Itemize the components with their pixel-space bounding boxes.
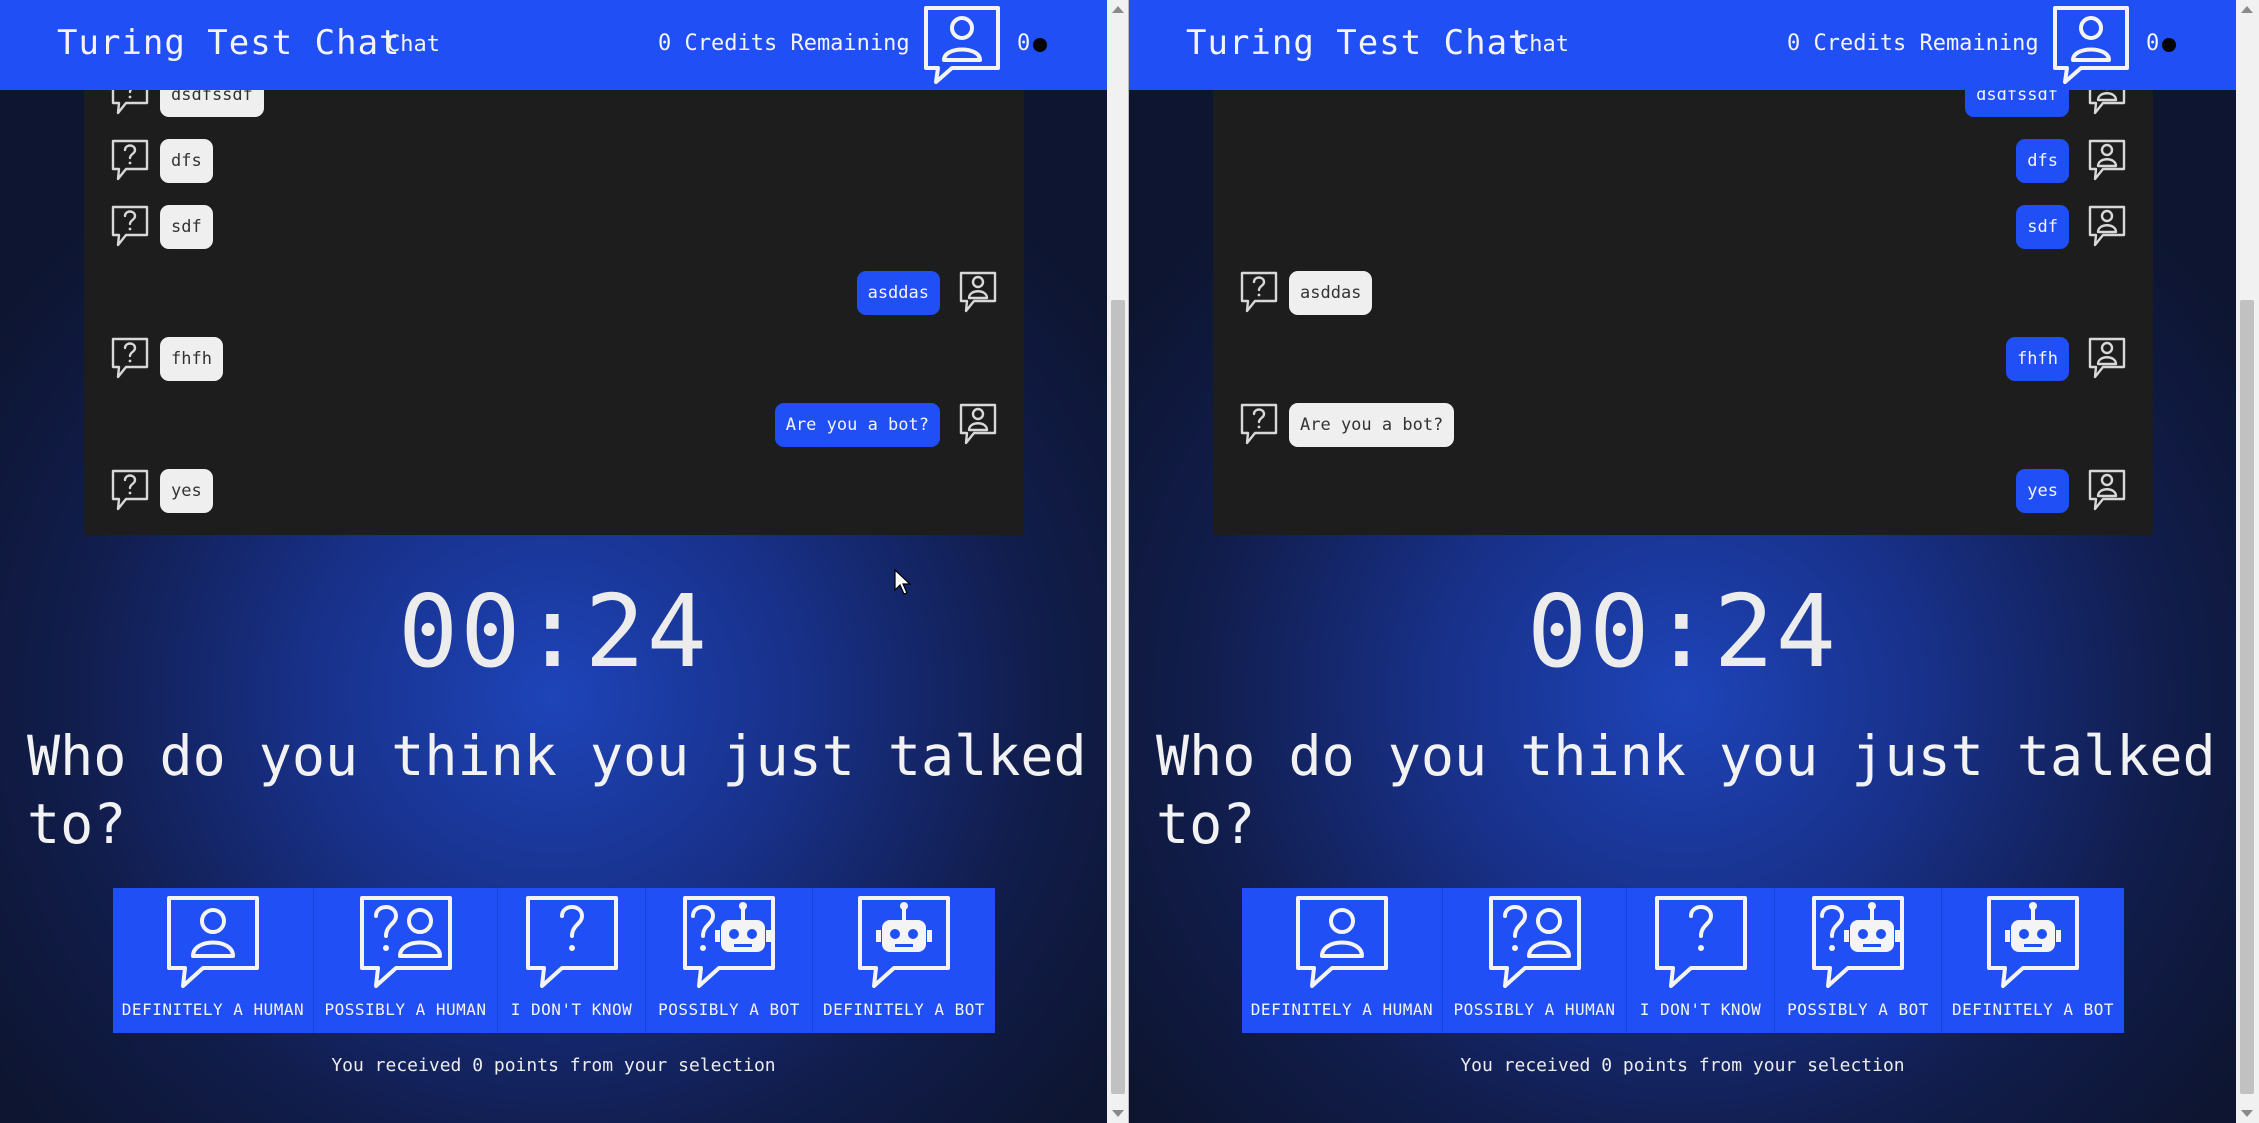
choice-label: DEFINITELY A BOT bbox=[1951, 1000, 2115, 1019]
unknown-sender-icon bbox=[1239, 270, 1279, 316]
points-message: You received 0 points from your selectio… bbox=[331, 1055, 776, 1076]
profile-avatar-icon[interactable] bbox=[2051, 4, 2131, 86]
question-heading: Who do you think you just talked to? bbox=[27, 724, 1087, 856]
scroll-down-arrow-icon[interactable] bbox=[2241, 1110, 2253, 1117]
chat-message: yes bbox=[110, 468, 213, 514]
scrollbar-thumb[interactable] bbox=[2240, 300, 2254, 1094]
choice-possibly-a-bot-button[interactable]: POSSIBLY A BOT bbox=[1775, 888, 1942, 1033]
header: Turing Test Chat Chat 0 Credits Remainin… bbox=[0, 0, 1107, 90]
message-bubble: sdf bbox=[160, 205, 213, 249]
choice-i-don-t-know-button[interactable]: I DON'T KNOW bbox=[498, 888, 646, 1033]
app-title[interactable]: Turing Test Chat bbox=[57, 23, 401, 63]
choice-label: DEFINITELY A HUMAN bbox=[121, 1000, 305, 1019]
choice-label: POSSIBLY A BOT bbox=[658, 1000, 800, 1019]
user-avatar-icon bbox=[958, 270, 998, 316]
choice-possibly-a-human-button[interactable]: POSSIBLY A HUMAN bbox=[314, 888, 498, 1033]
message-bubble: dfs bbox=[2016, 139, 2069, 183]
choice-definitely-a-bot-button[interactable]: DEFINITELY A BOT bbox=[813, 888, 995, 1033]
header: Turing Test Chat Chat 0 Credits Remainin… bbox=[1129, 0, 2236, 90]
unknown-sender-icon bbox=[1239, 402, 1279, 448]
chat-message: fhfh bbox=[2006, 336, 2127, 382]
scroll-down-arrow-icon[interactable] bbox=[1112, 1110, 1124, 1117]
user-avatar-icon bbox=[2087, 138, 2127, 184]
choice-label: POSSIBLY A HUMAN bbox=[324, 1000, 487, 1019]
nav-chat-link[interactable]: Chat bbox=[1516, 32, 1569, 57]
user-avatar-icon bbox=[958, 402, 998, 448]
status-dot bbox=[1033, 38, 1047, 52]
choice-label: POSSIBLY A HUMAN bbox=[1453, 1000, 1616, 1019]
choice-label: DEFINITELY A HUMAN bbox=[1250, 1000, 1434, 1019]
message-bubble: Are you a bot? bbox=[1289, 403, 1455, 447]
chat-message: sdf bbox=[2016, 204, 2127, 250]
app-title[interactable]: Turing Test Chat bbox=[1186, 23, 1530, 63]
user-avatar-icon bbox=[2087, 336, 2127, 382]
choice-label: I DON'T KNOW bbox=[510, 1000, 633, 1019]
message-bubble: sdf bbox=[2016, 205, 2069, 249]
choice-buttons: DEFINITELY A HUMAN POSSIBLY A HUMAN I DON'… bbox=[1242, 888, 2124, 1033]
notification-count: 0 bbox=[2146, 31, 2160, 56]
status-dot bbox=[2162, 38, 2176, 52]
scrollbar-left[interactable] bbox=[1107, 0, 1129, 1123]
message-bubble: dfs bbox=[160, 139, 213, 183]
unknown-sender-icon bbox=[110, 138, 150, 184]
credits-remaining: 0 Credits Remaining bbox=[658, 31, 910, 56]
message-bubble: yes bbox=[2016, 469, 2069, 513]
choice-label: I DON'T KNOW bbox=[1639, 1000, 1762, 1019]
chat-message: dfs bbox=[2016, 138, 2127, 184]
scroll-up-arrow-icon[interactable] bbox=[1112, 6, 1124, 13]
chat-message: sdf bbox=[110, 204, 213, 250]
chat-messages[interactable]: dsdfssdf dfs sdf asddas fhfh Are you a bot? ye… bbox=[1213, 60, 2153, 535]
notification-count: 0 bbox=[1017, 31, 1031, 56]
points-message: You received 0 points from your selectio… bbox=[1460, 1055, 1905, 1076]
user-avatar-icon bbox=[2087, 468, 2127, 514]
message-bubble: fhfh bbox=[160, 337, 223, 381]
scrollbar-right[interactable] bbox=[2236, 0, 2259, 1123]
message-bubble: yes bbox=[160, 469, 213, 513]
chat-message: Are you a bot? bbox=[774, 402, 998, 448]
message-bubble: Are you a bot? bbox=[774, 403, 940, 447]
choice-definitely-a-bot-button[interactable]: DEFINITELY A BOT bbox=[1942, 888, 2124, 1033]
message-bubble: asddas bbox=[1289, 271, 1373, 315]
chat-message: fhfh bbox=[110, 336, 223, 382]
unknown-sender-icon bbox=[110, 336, 150, 382]
choice-possibly-a-bot-button[interactable]: POSSIBLY A BOT bbox=[646, 888, 813, 1033]
chat-message: asddas bbox=[1239, 270, 1373, 316]
countdown-timer: 00:24 bbox=[397, 573, 710, 690]
message-bubble: fhfh bbox=[2006, 337, 2069, 381]
choice-label: POSSIBLY A BOT bbox=[1787, 1000, 1929, 1019]
choice-label: DEFINITELY A BOT bbox=[822, 1000, 986, 1019]
chat-window-left: Turing Test Chat Chat 0 Credits Remainin… bbox=[0, 0, 1107, 1123]
credits-remaining: 0 Credits Remaining bbox=[1787, 31, 2039, 56]
chat-messages[interactable]: dsdfssdf dfs sdf asddas fhfh Are you a bot? ye… bbox=[84, 60, 1024, 535]
mouse-cursor-icon bbox=[894, 569, 912, 595]
scroll-up-arrow-icon[interactable] bbox=[2241, 6, 2253, 13]
chat-message: Are you a bot? bbox=[1239, 402, 1455, 448]
user-avatar-icon bbox=[2087, 204, 2127, 250]
chat-message: dfs bbox=[110, 138, 213, 184]
chat-message: asddas bbox=[856, 270, 998, 316]
countdown-timer: 00:24 bbox=[1526, 573, 1839, 690]
unknown-sender-icon bbox=[110, 468, 150, 514]
choice-i-don-t-know-button[interactable]: I DON'T KNOW bbox=[1627, 888, 1775, 1033]
scrollbar-thumb[interactable] bbox=[1111, 300, 1125, 1094]
choice-definitely-a-human-button[interactable]: DEFINITELY A HUMAN bbox=[113, 888, 314, 1033]
unknown-sender-icon bbox=[110, 204, 150, 250]
nav-chat-link[interactable]: Chat bbox=[387, 32, 440, 57]
choice-possibly-a-human-button[interactable]: POSSIBLY A HUMAN bbox=[1443, 888, 1627, 1033]
message-bubble: asddas bbox=[856, 271, 940, 315]
chat-window-right: Turing Test Chat Chat 0 Credits Remainin… bbox=[1129, 0, 2236, 1123]
profile-avatar-icon[interactable] bbox=[922, 4, 1002, 86]
question-heading: Who do you think you just talked to? bbox=[1156, 724, 2216, 856]
choice-definitely-a-human-button[interactable]: DEFINITELY A HUMAN bbox=[1242, 888, 1443, 1033]
choice-buttons: DEFINITELY A HUMAN POSSIBLY A HUMAN I DON'… bbox=[113, 888, 995, 1033]
chat-message: yes bbox=[2016, 468, 2127, 514]
